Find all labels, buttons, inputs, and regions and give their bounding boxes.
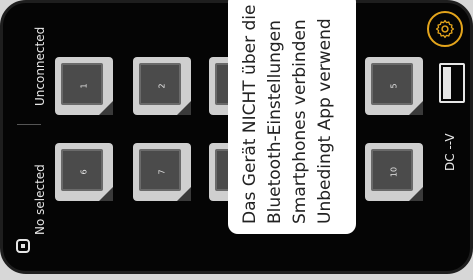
connection-status: Unconnected: [33, 26, 47, 106]
button-5[interactable]: 5: [365, 57, 423, 115]
gear-icon: [435, 19, 455, 39]
button-label: 5: [389, 83, 399, 89]
tooltip-text: Das Gerät NICHT über die Bluetooth-Einst…: [238, 0, 338, 224]
button-10[interactable]: 10: [365, 143, 423, 201]
phone-icon: [16, 239, 30, 253]
settings-button[interactable]: [427, 11, 463, 47]
toggle-knob: [443, 67, 451, 99]
dc-voltage-label: DC --V: [443, 133, 457, 171]
button-label: 1: [79, 83, 89, 89]
status-divider: [17, 124, 41, 125]
selection-status: No selected: [33, 164, 47, 235]
button-label: 7: [157, 169, 167, 175]
button-label: 6: [79, 169, 89, 175]
tooltip-line: Smartphones verbinden: [290, 19, 310, 224]
tooltip-line: Unbedingt App verwend: [315, 18, 335, 224]
button-2[interactable]: 2: [133, 57, 191, 115]
bluetooth-warning-tooltip: Das Gerät NICHT über die Bluetooth-Einst…: [228, 0, 356, 234]
button-6[interactable]: 6: [55, 143, 113, 201]
button-label: 10: [389, 166, 399, 178]
tooltip-line: Bluetooth-Einstellungen: [265, 20, 285, 224]
button-1[interactable]: 1: [55, 57, 113, 115]
button-label: 2: [157, 83, 167, 89]
tooltip-line: Das Gerät NICHT über die: [240, 4, 260, 224]
power-toggle[interactable]: [439, 63, 465, 103]
button-7[interactable]: 7: [133, 143, 191, 201]
